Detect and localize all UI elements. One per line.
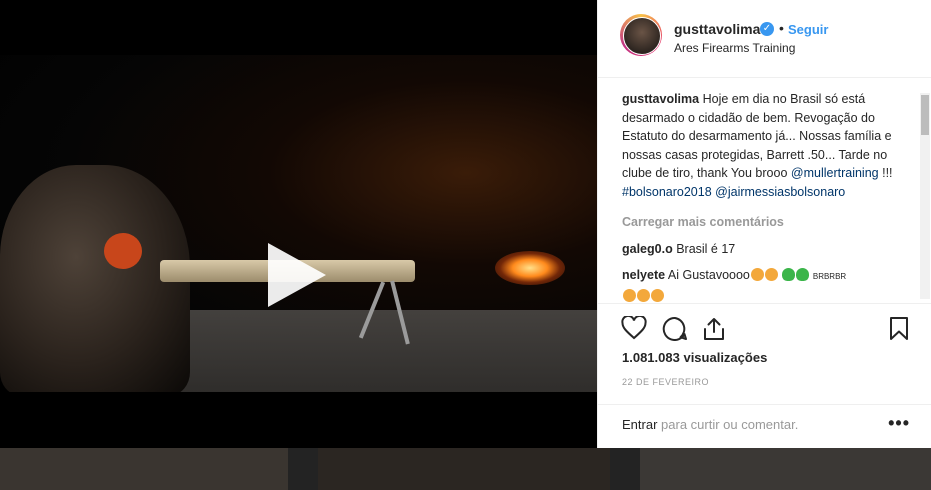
avatar[interactable] [620, 14, 662, 56]
comment-username[interactable]: galeg0.o [622, 242, 673, 256]
caption: gusttavolima Hoje em dia no Brasil só es… [622, 90, 914, 201]
bookmark-icon[interactable] [889, 316, 909, 341]
view-count-number: 1.081.083 [622, 350, 680, 365]
separator-dot: • [779, 20, 784, 36]
more-options-icon[interactable]: ••• [888, 413, 910, 434]
caption-username[interactable]: gusttavolima [622, 92, 699, 106]
comment-username[interactable]: nelyete [622, 268, 665, 282]
mention-link[interactable]: @jairmessiasbolsonaro [715, 185, 845, 199]
heart-icon[interactable] [621, 316, 647, 340]
post-header: gusttavolima ✓ • Seguir Ares Firearms Tr… [598, 0, 931, 78]
comment-item: nelyete Ai Gustavoooo BRBRBR [622, 266, 914, 302]
hashtag-link[interactable]: #bolsonaro2018 [622, 185, 712, 199]
background-thumbnail [318, 448, 610, 490]
verified-icon: ✓ [760, 22, 774, 36]
flexed-biceps-emoji-icon [750, 268, 764, 281]
clapping-hands-emoji-icon [651, 288, 664, 302]
background-thumbnail [0, 448, 288, 490]
play-icon[interactable] [268, 243, 326, 307]
green-heart-emoji-icon [796, 268, 810, 281]
share-icon[interactable] [702, 316, 726, 341]
clapping-hands-emoji-icon [637, 288, 650, 302]
comment-text: Ai Gustavoooo [667, 268, 750, 282]
clapping-hands-emoji-icon [623, 288, 636, 302]
comments-list: gusttavolima Hoje em dia no Brasil só es… [622, 90, 914, 302]
post-date: 22 DE FEVEREIRO [622, 377, 710, 387]
comments-scrollbar[interactable] [920, 93, 930, 299]
comment-suffix: BRBRBR [812, 272, 847, 281]
mention-link[interactable]: @mullertraining [791, 166, 879, 180]
follow-button[interactable]: Seguir [788, 22, 828, 37]
flexed-biceps-emoji-icon [764, 268, 778, 281]
view-count: 1.081.083 visualizações [622, 350, 767, 365]
view-count-label: visualizações [683, 350, 768, 365]
comment-item: galeg0.o Brasil é 17 [622, 240, 914, 259]
comment-bar: Entrar para curtir ou comentar. ••• [598, 404, 931, 450]
load-more-comments-button[interactable]: Carregar mais comentários [622, 213, 914, 232]
username[interactable]: gusttavolima [674, 21, 760, 37]
video-scene-earmuff [104, 233, 142, 269]
video-frame [0, 55, 597, 392]
scrollbar-thumb[interactable] [921, 95, 929, 135]
login-prompt-text: para curtir ou comentar. [661, 417, 799, 432]
post-actions: 1.081.083 visualizações 22 DE FEVEREIRO … [598, 303, 931, 449]
green-heart-emoji-icon [782, 268, 796, 281]
comment-icon[interactable] [662, 316, 688, 341]
background-thumbnail [640, 448, 931, 490]
video-scene-muzzle-flash [495, 251, 565, 285]
avatar-image [623, 17, 661, 55]
location-link[interactable]: Ares Firearms Training [674, 41, 795, 55]
caption-exclaim: !!! [882, 166, 893, 180]
post-details-panel: gusttavolima ✓ • Seguir Ares Firearms Tr… [597, 0, 931, 448]
login-prompt: Entrar para curtir ou comentar. [622, 417, 798, 432]
post-video[interactable] [0, 0, 597, 448]
comment-text: Brasil é 17 [676, 241, 736, 256]
login-link[interactable]: Entrar [622, 417, 657, 432]
